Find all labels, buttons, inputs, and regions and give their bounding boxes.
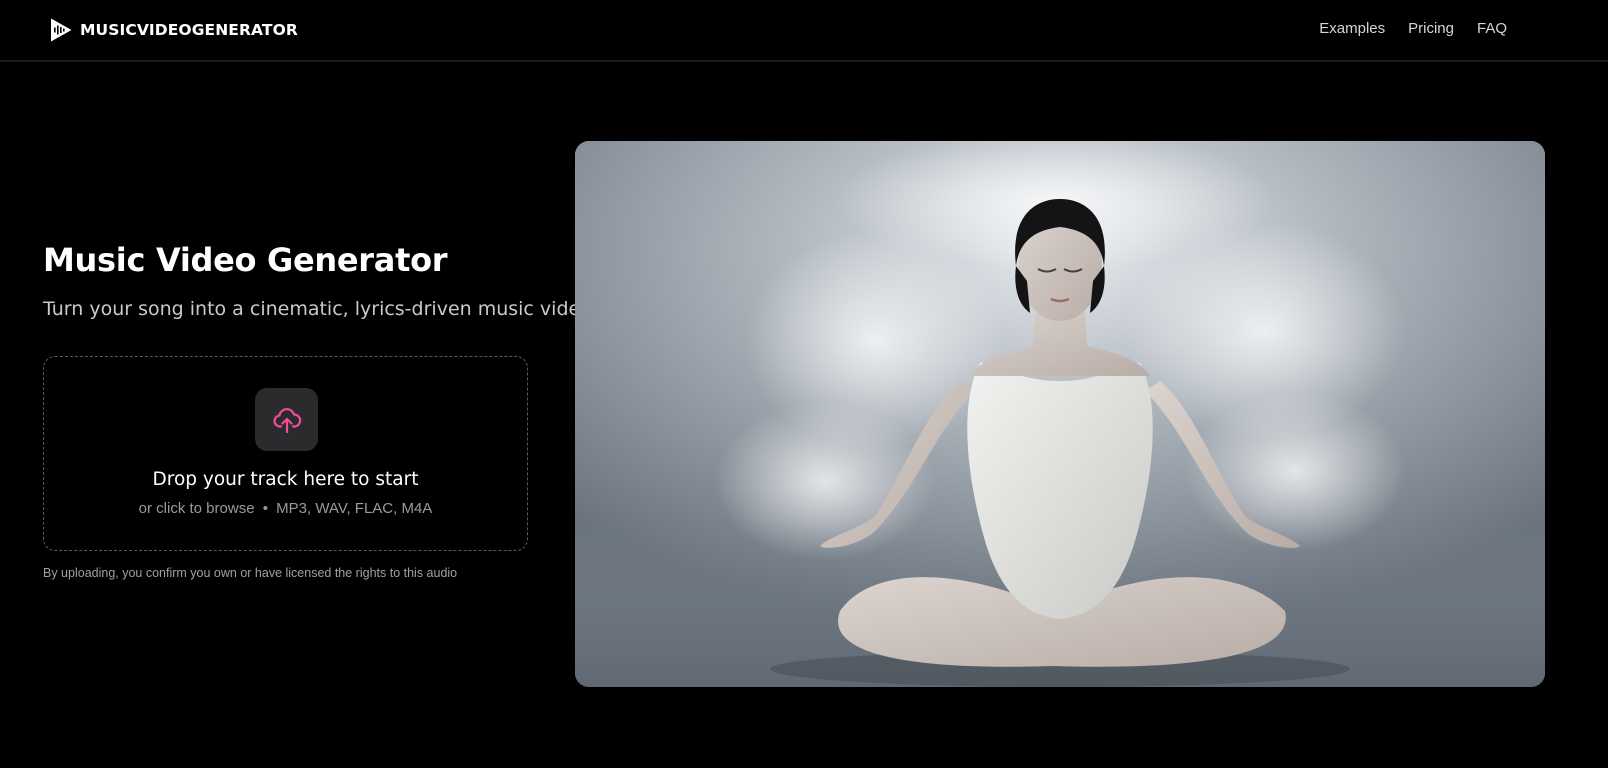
dropzone-hint: or click to browse • MP3, WAV, FLAC, M4A [44, 500, 527, 517]
upload-icon-tile [255, 388, 318, 451]
supported-formats: MP3, WAV, FLAC, M4A [276, 500, 433, 517]
separator-dot: • [262, 500, 268, 517]
brand-logo-link[interactable]: MUSICVIDEOGENERATOR [49, 17, 298, 43]
play-waveform-icon [51, 18, 72, 42]
page-title: Music Video Generator [43, 241, 448, 279]
browse-text: or click to browse [138, 500, 255, 517]
main-nav: Examples Pricing FAQ [1319, 20, 1507, 37]
brand-name: MUSICVIDEOGENERATOR [80, 21, 298, 39]
audio-upload-dropzone[interactable]: Drop your track here to start or click t… [43, 356, 528, 551]
nav-link-faq[interactable]: FAQ [1477, 20, 1507, 37]
top-navigation-bar: MUSICVIDEOGENERATOR Examples Pricing FAQ [0, 0, 1608, 62]
nav-link-examples[interactable]: Examples [1319, 20, 1385, 37]
dropzone-title: Drop your track here to start [152, 469, 419, 490]
woman-meditating-image [575, 141, 1545, 687]
meditation-illustration [575, 141, 1545, 687]
rights-disclaimer: By uploading, you confirm you own or hav… [43, 566, 458, 580]
nav-link-pricing[interactable]: Pricing [1408, 20, 1454, 37]
cloud-upload-icon [272, 407, 301, 433]
page-subtitle: Turn your song into a cinematic, lyrics-… [43, 298, 592, 320]
